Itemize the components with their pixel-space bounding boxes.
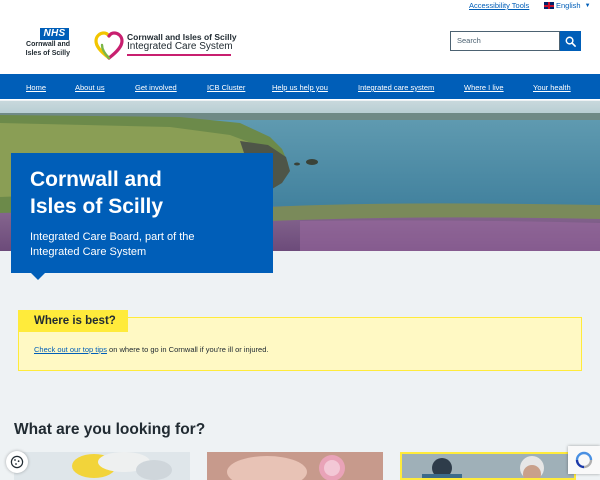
callout-heading: Where is best? — [18, 310, 128, 332]
recaptcha-badge[interactable] — [568, 446, 600, 474]
hero-subtitle-line2: Integrated Care System — [30, 245, 147, 258]
callout-body-text: on where to go in Cornwall if you're ill… — [106, 345, 269, 354]
nav-integrated-care-system[interactable]: Integrated care system — [358, 83, 434, 92]
uk-flag-icon — [544, 2, 554, 9]
ics-underline — [127, 54, 231, 56]
looking-card-3[interactable] — [400, 452, 576, 480]
looking-card-2[interactable] — [207, 452, 383, 480]
cookie-icon — [10, 455, 24, 469]
hero-title-line1: Cornwall and — [30, 168, 162, 191]
nhs-logo[interactable]: NHS — [40, 28, 69, 40]
card-image-2 — [207, 452, 383, 480]
cookie-settings-button[interactable] — [6, 451, 28, 473]
search-icon — [565, 36, 576, 47]
hero-subtitle-line1: Integrated Care Board, part of the — [30, 231, 195, 243]
nav-get-involved[interactable]: Get involved — [135, 83, 177, 92]
search-button[interactable] — [560, 31, 581, 51]
site-header: NHS Cornwall and Isles of Scilly Cornwal… — [0, 14, 600, 74]
looking-card-1[interactable] — [14, 452, 190, 480]
callout-body: Check out our top tips on where to go in… — [34, 345, 268, 354]
hero-title-line2: Isles of Scilly — [30, 195, 164, 218]
recaptcha-icon — [575, 451, 593, 469]
hero-card: Cornwall and Isles of Scilly Integrated … — [11, 153, 273, 273]
nhs-org-line1: Cornwall and — [26, 41, 70, 48]
language-label: English — [556, 1, 581, 10]
ics-name-line2: Integrated Care System — [127, 41, 233, 52]
nav-your-health[interactable]: Your health — [533, 83, 571, 92]
nav-icb-cluster[interactable]: ICB Cluster — [207, 83, 245, 92]
hero-title: Cornwall and Isles of Scilly — [30, 166, 254, 220]
hero-card-pointer — [31, 273, 45, 280]
main-navigation: Home About us Get involved ICB Cluster H… — [0, 74, 600, 100]
card-image-1 — [14, 452, 190, 480]
nav-where-i-live[interactable]: Where I live — [464, 83, 504, 92]
language-selector[interactable]: English ▼ — [544, 1, 591, 10]
card-image-3 — [402, 454, 574, 478]
nhs-org-name: Cornwall and Isles of Scilly — [18, 41, 70, 58]
looking-for-heading: What are you looking for? — [14, 421, 206, 438]
top-tips-link[interactable]: Check out our top tips — [34, 345, 107, 354]
hero-subtitle: Integrated Care Board, part of the Integ… — [30, 230, 254, 259]
nav-about-us[interactable]: About us — [75, 83, 105, 92]
accessibility-tools-link[interactable]: Accessibility Tools — [469, 1, 529, 10]
search-input[interactable]: Search — [450, 31, 560, 51]
nhs-org-line2: Isles of Scilly — [25, 49, 70, 57]
nav-home[interactable]: Home — [26, 83, 46, 92]
utility-bar: Accessibility Tools English ▼ — [0, 0, 600, 14]
caret-down-icon: ▼ — [584, 2, 591, 9]
ics-heart-logo-icon[interactable] — [94, 31, 124, 61]
nav-help-us-help-you[interactable]: Help us help you — [272, 83, 328, 92]
